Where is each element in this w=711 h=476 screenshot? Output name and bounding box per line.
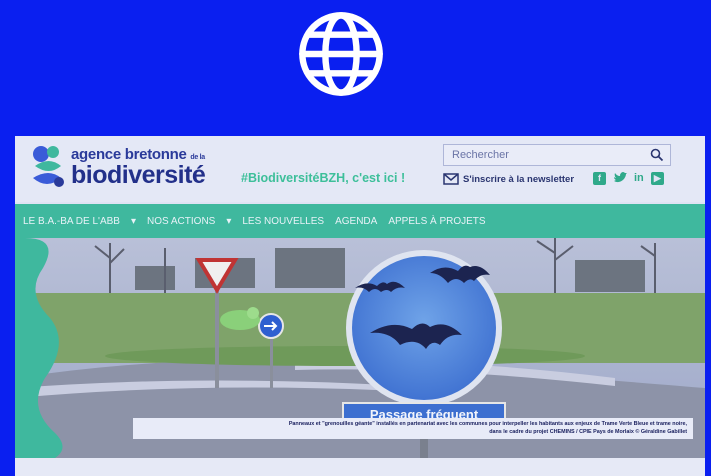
youtube-icon[interactable]: ▶ [650, 172, 664, 185]
main-nav: LE B.A.-BA DE L'ABB ▾ NOS ACTIONS ▾ LES … [15, 204, 705, 238]
site-header: agence bretonne de la biodiversité #Biod… [15, 136, 705, 202]
twitter-icon[interactable] [613, 172, 627, 185]
nav-item-abb[interactable]: LE B.A.-BA DE L'ABB [23, 216, 120, 227]
search-box [443, 144, 671, 166]
linkedin-icon[interactable]: in [634, 172, 644, 185]
nav-item-calls[interactable]: APPELS À PROJETS [388, 216, 485, 227]
logo-icon[interactable] [29, 144, 65, 190]
caption-line-2: dans le cadre du projet CHEMINS / CPIE P… [489, 428, 687, 435]
nav-item-dropdown-marker: ▾ [226, 215, 232, 227]
logo-subtitle: biodiversité [71, 161, 206, 189]
hero-image: Passage fréquent Panneaux et "grenouille… [15, 238, 705, 458]
search-input[interactable] [452, 147, 642, 163]
website-screenshot: agence bretonne de la biodiversité #Biod… [15, 136, 705, 476]
hero-caption: Panneaux et "grenouilles géante" install… [133, 418, 693, 439]
newsletter-link[interactable]: S'inscrire à la newsletter [443, 171, 574, 187]
facebook-icon[interactable]: f [593, 172, 606, 185]
social-links: f in ▶ [593, 172, 664, 185]
nav-item-agenda[interactable]: AGENDA [335, 216, 377, 227]
page-content-start [15, 458, 705, 476]
caption-line-1: Panneaux et "grenouilles géante" install… [288, 421, 687, 427]
nav-item-dropdown-marker: ▾ [130, 215, 136, 227]
search-icon[interactable] [650, 148, 664, 162]
nav-item-actions[interactable]: NOS ACTIONS [147, 216, 215, 227]
globe-icon [295, 8, 387, 100]
nav-item-news[interactable]: LES NOUVELLES [242, 216, 324, 227]
mail-icon [443, 173, 459, 185]
hashtag-slogan: #BiodiversitéBZH, c'est ici ! [241, 171, 406, 185]
newsletter-label: S'inscrire à la newsletter [463, 173, 575, 185]
